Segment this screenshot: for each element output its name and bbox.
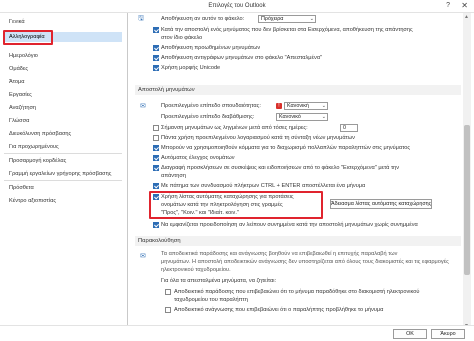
sidebar-item-general[interactable]: Γενικά [4,17,122,27]
window-title: Επιλογές του Outlook [208,3,266,9]
read-receipt-label: Αποδεικτικό ανάγνωσης που επιβεβαιώνει ό… [174,307,384,313]
delete-invitations-checkbox[interactable] [153,165,159,171]
save-sent-copies-checkbox[interactable] [153,55,159,61]
sidebar-item-search[interactable]: Αναζήτηση [4,103,122,113]
sidebar-item-calendar[interactable]: Ημερολόγιο [4,51,122,61]
tracking-desc-4: Για όλα τα απεσταλμένα μηνύματα, να ζητε… [161,278,277,284]
expire-checkbox[interactable] [153,125,159,131]
sidebar-divider [4,153,122,154]
sidebar-item-groups[interactable]: Ομάδες [4,64,122,74]
chevron-down-icon: ⌄ [321,114,326,120]
tracking-icon: ✉ [140,253,146,260]
sidebar-item-language[interactable]: Γλώσσα [4,116,122,126]
sidebar-item-addins[interactable]: Πρόσθετα [4,183,122,193]
missing-attachment-checkbox[interactable] [153,222,159,228]
chevron-down-icon: ⌄ [321,103,326,109]
tracking-desc-2: μηνυμάτων. Η αποστολή αποδεικτικών ανάγν… [161,259,449,265]
delivery-receipt-checkbox[interactable] [165,289,171,295]
chevron-down-icon: ⌄ [309,16,314,22]
window-titlebar: Επιλογές του Outlook ? ✕ [0,0,474,13]
content-scrollbar[interactable]: ▲ ▼ [463,13,471,331]
sidebar-item-tasks[interactable]: Εργασίες [4,90,122,100]
sidebar-divider [4,180,122,181]
delivery-receipt-label: Αποδεικτικό παράδοσης που επιβεβαιώνει ό… [174,289,420,295]
sidebar-item-people[interactable]: Άτομα [4,77,122,87]
scroll-up-icon[interactable]: ▲ [464,14,469,20]
comma-separator-label: Μπορούν να χρησιμοποιηθούν κόμματα για τ… [161,145,411,151]
sidebar-item-trust-center[interactable]: Κέντρο αξιοπιστίας [4,196,122,206]
tracking-desc-3: ηλεκτρονικού ταχυδρομείου. [161,267,231,273]
save-icon: 🖫 [138,15,144,22]
reply-same-folder-checkbox[interactable] [153,27,159,33]
close-button[interactable]: ✕ [461,1,468,10]
importance-select[interactable]: Κανονική ⌄ [284,102,328,110]
save-forwarded-label: Αποθήκευση προωθημένων μηνυμάτων [161,45,261,51]
highlight-autocomplete [149,191,323,219]
empty-autocomplete-button[interactable]: Άδειασμα λίστας αυτόματης καταχώρησης [330,199,432,209]
importance-value: Κανονική [287,103,309,109]
delete-invitations-label: Διαγραφή προσκλήσεων σε συσκέψεις και ει… [161,165,400,171]
ok-button[interactable]: OK [393,329,427,339]
save-sent-copies-label: Αποθήκευση αντιγράφων μηνυμάτων στο φάκε… [161,55,323,61]
default-account-checkbox[interactable] [153,135,159,141]
default-account-label: Πάντα χρήση προεπιλεγμένου λογαριασμού κ… [161,135,355,141]
delivery-receipt-label-b: ταχυδρομείου του παραλήπτη [174,297,248,303]
cancel-button[interactable]: Άκυρο [431,329,465,339]
sidebar-item-customize-ribbon[interactable]: Προσαρμογή κορδέλας [4,156,122,166]
expire-label: Σήμανση μηνυμάτων ως ληγμένων μετά από τ… [161,125,308,131]
importance-icon: ! [276,103,282,109]
missing-attachment-label: Να εμφανίζεται προειδοποίηση αν λείπουν … [161,222,418,228]
sidebar-item-quick-access[interactable]: Γραμμή εργαλείων γρήγορης πρόσβασης [4,169,122,179]
sidebar-item-advanced[interactable]: Για προχωρημένους [4,142,122,152]
unicode-checkbox[interactable] [153,65,159,71]
auto-name-check-label: Αυτόματος έλεγχος ονομάτων [161,155,235,161]
unicode-label: Χρήση μορφής Unicode [161,65,221,71]
sensitivity-select[interactable]: Κανονικό ⌄ [276,113,328,121]
comma-separator-checkbox[interactable] [153,145,159,151]
sensitivity-label: Προεπιλεγμένο επίπεδο διαβάθμισης: [161,114,255,120]
sidebar-item-accessibility[interactable]: Διευκόλυνση πρόσβασης [4,129,122,139]
expire-days-input[interactable]: 0 [340,124,358,132]
help-button[interactable]: ? [446,2,450,9]
delete-invitations-label-b: απάντηση [161,173,186,179]
importance-label: Προεπιλεγμένο επίπεδο σπουδαιότητας: [161,103,261,109]
ctrl-enter-label: Με πάτημα των συνδυασμού πλήκτρων CTRL +… [161,183,366,189]
highlight-mail-nav [3,30,53,45]
sensitivity-value: Κανονικό [279,114,301,120]
tracking-section-header: Παρακολούθηση [135,236,461,246]
read-receipt-checkbox[interactable] [165,307,171,313]
save-folder-select[interactable]: Πρόχειρα ⌄ [258,15,316,23]
save-folder-value: Πρόχειρα [261,16,284,22]
auto-name-check-checkbox[interactable] [153,155,159,161]
ctrl-enter-checkbox[interactable] [153,183,159,189]
sidebar: Γενικά Αλληλογραφία Ημερολόγιο Ομάδες Άτ… [0,13,128,331]
save-folder-label: Αποθήκευση αν αυτόν το φάκελο: [161,16,245,22]
reply-same-folder-label: Κατά την αποστολή ενός μηνύματος που δεν… [161,27,413,33]
scroll-thumb[interactable] [464,125,470,275]
send-mail-icon: ✉ [140,103,146,110]
tracking-desc-1: Τα αποδεικτικά παράδοσης και ανάγνωσης β… [161,251,398,257]
reply-same-folder-label-b: στον ίδιο φάκελο [161,35,203,41]
save-forwarded-checkbox[interactable] [153,45,159,51]
send-section-header: Αποστολή μηνυμάτων [135,85,461,95]
